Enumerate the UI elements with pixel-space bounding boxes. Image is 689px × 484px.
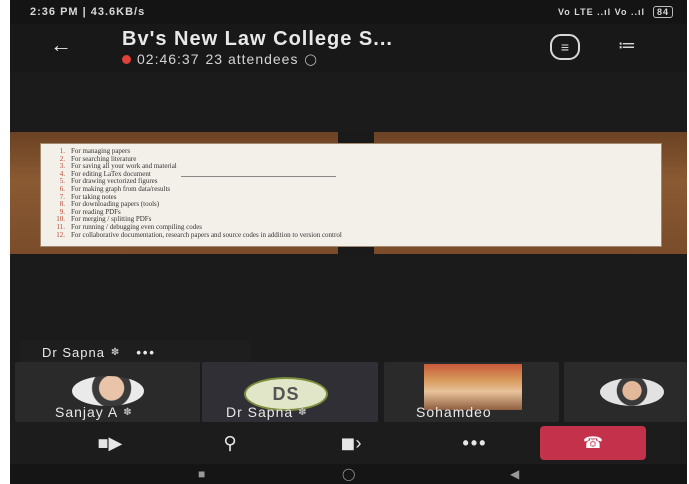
back-nav-icon[interactable]: ◀ xyxy=(510,467,519,481)
presenter-label[interactable]: Dr Sapna ✽ ••• xyxy=(20,340,250,364)
signal-indicators: Vo LTE ..ıl Vo ..ıl xyxy=(557,7,645,17)
more-options-button[interactable]: ••• xyxy=(450,428,500,458)
mic-muted-icon: ✽ xyxy=(123,406,133,418)
presenter-more-button[interactable]: ••• xyxy=(136,345,156,360)
slide-line: 12. For collaborative documentation, rese… xyxy=(56,230,342,239)
system-nav-bar: ■ ◯ ◀ xyxy=(10,464,687,484)
call-controls: ■▶ ⚲ ◼› ••• ☎ xyxy=(10,422,687,464)
participant-strip: Sanjay A ✽ DS Dr Sapna ✽ Sohamdeo xyxy=(10,362,687,422)
slide-line: 6. For making graph from data/results xyxy=(59,184,171,193)
mic-off-icon: ⚲ xyxy=(223,432,237,453)
recording-icon xyxy=(122,54,131,64)
status-time: 2:36 PM | 43.6KB/s xyxy=(30,6,146,18)
participants-button[interactable]: ≔ xyxy=(618,35,636,56)
participant-tile[interactable]: Sanjay A ✽ xyxy=(15,362,200,422)
camera-toggle-button[interactable]: ■▶ xyxy=(90,428,130,458)
participant-photo xyxy=(600,378,664,406)
participant-name: Dr Sapna ✽ xyxy=(226,404,308,420)
shared-slide[interactable]: 1. For managing papers 2. For searching li… xyxy=(40,143,662,247)
meeting-subtitle: 02:46:37 23 attendees ◯ xyxy=(122,51,318,67)
participant-tile[interactable] xyxy=(564,362,687,422)
participant-name: Sohamdeo xyxy=(416,404,492,420)
battery-icon: 84 xyxy=(652,6,673,18)
meeting-header: ← Bv's New Law College S... 02:46:37 23 … xyxy=(10,24,687,72)
participant-photo xyxy=(72,376,144,406)
participant-tile[interactable]: Sohamdeo xyxy=(384,362,559,422)
shield-icon: ◯ xyxy=(304,53,318,66)
recents-icon[interactable]: ■ xyxy=(198,467,205,481)
participant-name: Sanjay A ✽ xyxy=(55,404,133,420)
speaker-button[interactable]: ◼› xyxy=(326,428,376,458)
camera-off-icon: ■▶ xyxy=(97,432,123,453)
meeting-duration: 02:46:37 xyxy=(137,51,200,67)
slide-line: 1. For managing papers xyxy=(59,147,131,155)
mic-toggle-button[interactable]: ⚲ xyxy=(210,428,250,458)
presenter-name: Dr Sapna xyxy=(42,344,105,360)
end-call-button[interactable]: ☎ xyxy=(540,426,646,460)
arrow-left-icon[interactable]: ← xyxy=(50,32,72,58)
people-icon: ≔ xyxy=(618,35,636,55)
mic-muted-icon: ✽ xyxy=(298,406,308,418)
status-icons: Vo LTE ..ıl Vo ..ıl 84 xyxy=(558,6,673,18)
hang-up-icon: ☎ xyxy=(583,435,603,452)
home-icon[interactable]: ◯ xyxy=(342,467,355,481)
speaker-icon: ◼› xyxy=(340,432,362,453)
teams-meeting-screen: 2:36 PM | 43.6KB/s Vo LTE ..ıl Vo ..ıl 8… xyxy=(10,0,687,484)
attendee-count[interactable]: 23 attendees xyxy=(206,51,299,67)
chat-button[interactable]: ≡ xyxy=(550,34,580,60)
slide-line: 8. For downloading papers (tools) xyxy=(59,200,160,209)
mic-muted-icon: ✽ xyxy=(110,346,121,358)
chat-icon: ≡ xyxy=(560,39,570,55)
status-bar: 2:36 PM | 43.6KB/s Vo LTE ..ıl Vo ..ıl 8… xyxy=(10,0,687,24)
participant-tile[interactable]: DS Dr Sapna ✽ xyxy=(202,362,378,422)
slide-underline xyxy=(181,176,336,177)
meeting-title: Bv's New Law College S... xyxy=(122,28,393,50)
